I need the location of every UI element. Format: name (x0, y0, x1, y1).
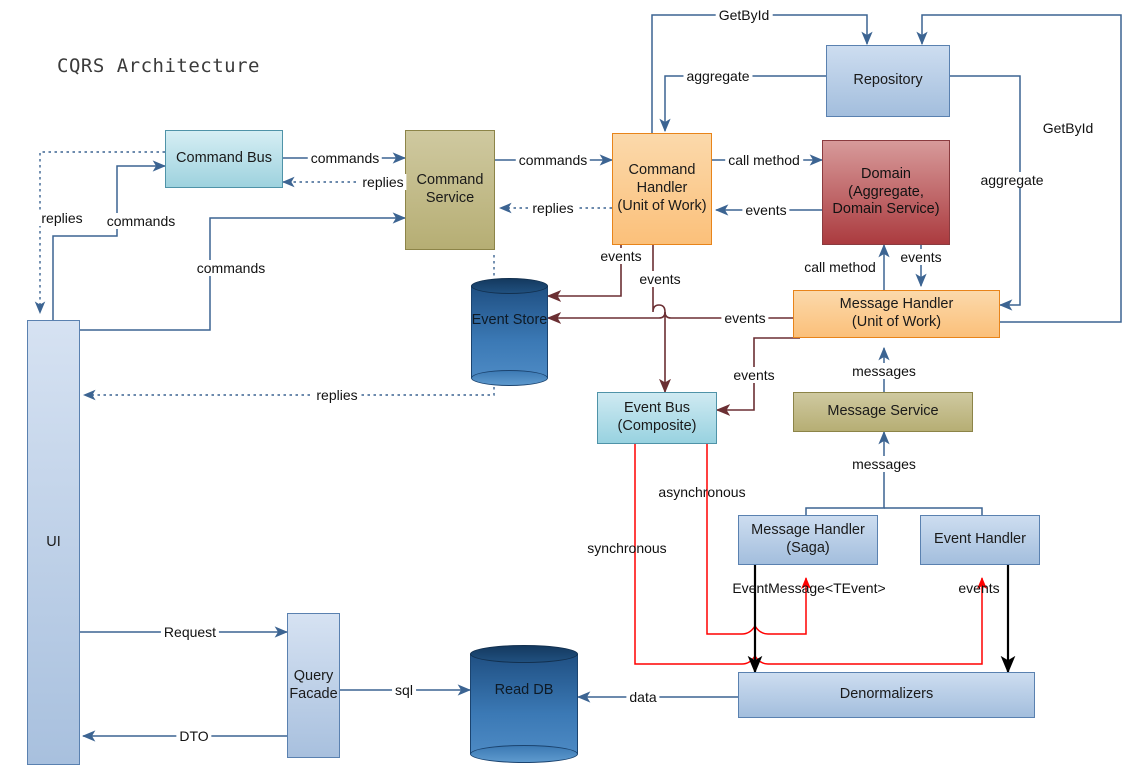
edge-label-events-handler-bus: events (636, 271, 684, 287)
node-ui-label: UI (46, 533, 61, 550)
node-message-handler-saga-line1: Message Handler (751, 522, 865, 539)
edge-label-getbyid-top: GetById (715, 7, 773, 23)
edge-label-call-method-handler-domain: call method (725, 152, 803, 168)
read-db-bottom (470, 745, 578, 763)
node-message-handler-saga[interactable]: Message Handler (Saga) (738, 515, 878, 565)
node-command-bus[interactable]: Command Bus (165, 130, 283, 188)
edge-label-replies-service-ui: replies (313, 387, 361, 403)
node-command-handler-line2: Handler (636, 180, 688, 197)
edge-label-dto: DTO (176, 728, 212, 744)
event-store-label: Event Store (471, 312, 548, 330)
node-message-handler-saga-line2: (Saga) (786, 540, 830, 556)
node-event-handler-label: Event Handler (934, 531, 1026, 548)
edge-label-replies-service-bus: replies (359, 174, 407, 190)
edge-label-commands-bus-service: commands (307, 150, 383, 166)
edge-label-event-message-tevent: EventMessage<TEvent> (732, 580, 886, 596)
node-read-db[interactable]: Read DB (470, 645, 578, 767)
read-db-label: Read DB (470, 682, 578, 700)
edge-label-events-msghandler-eventbus: events (730, 367, 778, 383)
node-domain-line3: Domain Service) (832, 201, 940, 218)
node-denormalizers-label: Denormalizers (839, 686, 934, 703)
edge-label-events-handler-store: events (597, 248, 645, 264)
edge-label-synchronous: synchronous (587, 540, 667, 556)
edge-label-events-domain-handler: events (742, 202, 790, 218)
edge-label-request: Request (160, 624, 220, 640)
node-query-facade[interactable]: Query Facade (287, 613, 340, 758)
node-denormalizers[interactable]: Denormalizers (738, 672, 1035, 718)
node-event-handler[interactable]: Event Handler (920, 515, 1040, 565)
node-domain[interactable]: Domain (Aggregate, Domain Service) (822, 140, 950, 245)
edge-label-aggregate-repo-msghandler: aggregate (977, 172, 1047, 188)
node-event-store[interactable]: Event Store (471, 278, 548, 386)
node-event-bus-line1: Event Bus (623, 400, 691, 417)
edge-label-data: data (626, 689, 660, 705)
edge-label-events-domain-msghandler: events (897, 249, 945, 265)
event-store-line1: Event (471, 312, 509, 328)
edge-label-sql: sql (392, 682, 416, 698)
edge-label-replies-handler-service: replies (529, 200, 577, 216)
node-event-bus-line2: (Composite) (617, 418, 697, 434)
node-domain-line2: (Aggregate, (848, 183, 924, 200)
node-domain-line1: Domain (861, 165, 911, 182)
node-command-handler-line3: (Unit of Work) (617, 197, 707, 214)
edge-label-commands-service-handler: commands (515, 152, 591, 168)
node-query-facade-line1: Query (293, 667, 334, 684)
event-store-line2: Store (512, 312, 548, 328)
node-event-bus[interactable]: Event Bus (Composite) (597, 392, 717, 444)
node-ui[interactable]: UI (27, 320, 80, 765)
event-store-top (471, 278, 548, 294)
node-command-handler[interactable]: Command Handler (Unit of Work) (612, 133, 712, 245)
edge-label-events-to-event-handler: events (958, 580, 1000, 596)
node-repository-label: Repository (853, 72, 923, 89)
edge-label-events-msghandler-store: events (721, 310, 769, 326)
edge-label-commands-ui-service: commands (193, 260, 269, 276)
node-command-service-line1: Command (416, 172, 484, 189)
event-connectors (546, 245, 800, 416)
event-store-body (471, 286, 548, 378)
node-message-handler-uow-line1: Message Handler (839, 296, 954, 313)
node-message-handler-uow[interactable]: Message Handler (Unit of Work) (793, 290, 1000, 338)
event-store-bottom (471, 370, 548, 386)
edge-label-replies-ui: replies (38, 210, 86, 226)
cqrs-architecture-diagram: CQRS Architecture Command Bus Command Se… (0, 0, 1146, 784)
node-query-facade-line2: Facade (289, 685, 338, 702)
node-message-handler-uow-line2: (Unit of Work) (851, 314, 942, 330)
node-command-handler-line1: Command (628, 162, 696, 179)
edge-label-call-method-msghandler-domain: call method (801, 259, 879, 275)
edge-label-aggregate-repo-handler: aggregate (683, 68, 753, 84)
node-message-service[interactable]: Message Service (793, 392, 973, 432)
edge-label-commands-ui-bus: commands (103, 213, 179, 229)
edge-label-getbyid-right: GetById (1039, 120, 1097, 136)
edge-label-asynchronous: asynchronous (658, 484, 746, 500)
edge-label-messages-service-msghandler: messages (849, 363, 919, 379)
edge-label-messages-to-service: messages (849, 456, 919, 472)
node-command-service-line2: Service (425, 190, 475, 206)
node-repository[interactable]: Repository (826, 45, 950, 117)
read-db-top (470, 645, 578, 663)
read-db-body (470, 654, 578, 754)
node-command-service[interactable]: Command Service (405, 130, 495, 250)
node-command-bus-label: Command Bus (176, 150, 272, 167)
node-message-service-label: Message Service (827, 403, 939, 420)
read-db-text: Read DB (494, 682, 554, 698)
